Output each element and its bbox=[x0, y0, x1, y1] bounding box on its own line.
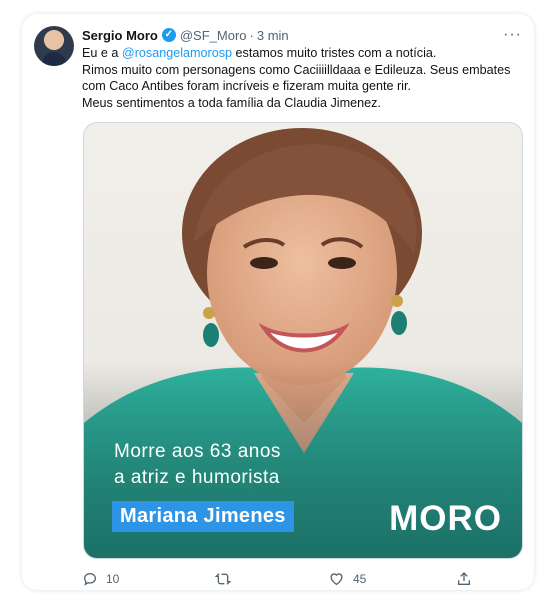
tweet-timestamp[interactable]: 3 min bbox=[257, 28, 289, 43]
retweet-icon bbox=[214, 573, 232, 585]
tweet-header: Sergio Moro ✓ @SF_Moro · 3 min ··· bbox=[82, 25, 522, 45]
tweet-card[interactable]: Sergio Moro ✓ @SF_Moro · 3 min ··· Eu e … bbox=[22, 14, 534, 590]
retweet-button[interactable] bbox=[214, 571, 240, 587]
text-segment: Eu e a bbox=[82, 46, 122, 60]
reply-icon bbox=[83, 572, 97, 586]
like-count: 45 bbox=[353, 572, 367, 586]
overlay-headline-line1: Morre aos 63 anos bbox=[114, 441, 281, 462]
portrait-illustration bbox=[84, 123, 522, 558]
share-button[interactable] bbox=[456, 571, 480, 587]
brand-logo-text: MORO bbox=[389, 499, 502, 538]
tweet-text-line4: Meus sentimentos a toda família da Claud… bbox=[82, 95, 381, 110]
verified-badge-icon: ✓ bbox=[161, 28, 176, 42]
tweet-text: Eu e a @rosangelamorosp estamos muito tr… bbox=[82, 45, 522, 111]
author-handle[interactable]: @SF_Moro bbox=[180, 28, 247, 43]
tweet-actions: 10 45 bbox=[82, 570, 470, 588]
author-avatar[interactable] bbox=[34, 26, 74, 66]
mention-link[interactable]: @rosangelamorosp bbox=[122, 46, 232, 60]
separator-dot: · bbox=[249, 27, 254, 43]
tweet-text-line2: Rimos muito com personagens como Caciiii… bbox=[82, 62, 511, 77]
overlay-headline-line2: a atriz e humorista bbox=[114, 467, 280, 488]
tweet-text-line3: com Caco Antibes foram incríveis e fizer… bbox=[82, 79, 411, 93]
author-name[interactable]: Sergio Moro bbox=[82, 28, 158, 43]
reply-button[interactable]: 10 bbox=[82, 571, 119, 587]
more-options-icon[interactable]: ··· bbox=[503, 26, 522, 44]
heart-icon bbox=[330, 573, 343, 586]
tweet-text-line1: Eu e a @rosangelamorosp estamos muito tr… bbox=[82, 45, 522, 62]
text-segment: estamos muito tristes com a notícia. bbox=[232, 46, 437, 60]
overlay-name-label: Mariana Jimenes bbox=[112, 501, 294, 532]
like-button[interactable]: 45 bbox=[328, 571, 366, 587]
share-icon bbox=[458, 572, 470, 585]
reply-count: 10 bbox=[106, 572, 120, 586]
tweet-media-image[interactable]: Morre aos 63 anos a atriz e humorista Ma… bbox=[83, 122, 523, 559]
